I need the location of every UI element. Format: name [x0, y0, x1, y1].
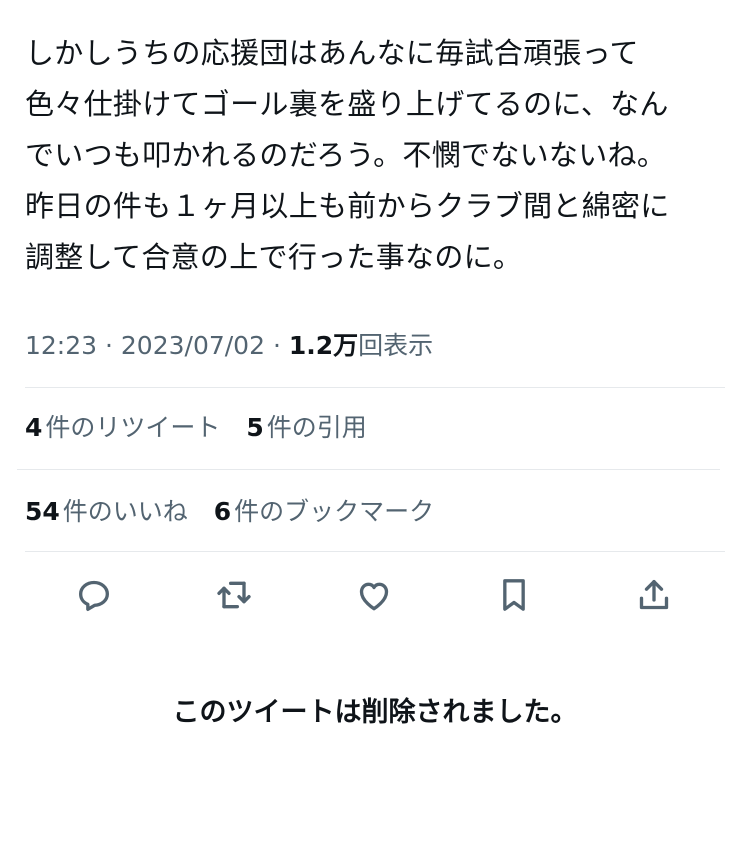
meta-separator: · — [105, 331, 113, 360]
engagement-row-likes: 54 件のいいね 6 件のブックマーク — [25, 494, 452, 530]
retweet-icon — [217, 581, 251, 609]
views-count: 1.2万 — [288, 331, 359, 360]
reply-button[interactable] — [69, 570, 119, 620]
divider — [25, 551, 725, 552]
share-button[interactable] — [629, 570, 679, 620]
divider — [25, 387, 725, 388]
bookmark-button[interactable] — [489, 570, 539, 620]
tweet-text-line: 昨日の件も１ヶ月以上も前からクラブ間と綿密に — [25, 189, 670, 223]
tweet-text-line: 色々仕掛けてゴール裏を盛り上げてるのに、なん — [25, 87, 669, 121]
likes-count: 54 — [25, 497, 60, 526]
retweets-stat[interactable]: 4 件のリツイート — [25, 413, 220, 442]
tweet-text-line: でいつも叩かれるのだろう。不憫でないないね。 — [25, 138, 667, 172]
tweet-text-line: しかしうちの応援団はあんなに毎試合頑張って — [25, 36, 639, 70]
bookmarks-label: 件のブックマーク — [234, 497, 435, 526]
quotes-label: 件の引用 — [266, 413, 367, 442]
retweets-count: 4 — [25, 413, 43, 442]
views-label: 回表示 — [358, 331, 434, 360]
bookmarks-stat[interactable]: 6 件のブックマーク — [214, 497, 434, 526]
action-bar — [25, 570, 725, 620]
reply-icon — [79, 580, 110, 611]
tweet-date[interactable]: 2023/07/02 — [121, 331, 265, 360]
bookmarks-count: 6 — [213, 497, 232, 526]
tweet-text-line: 調整して合意の上で行った事なのに。 — [25, 240, 523, 274]
tweet-text: しかしうちの応援団はあんなに毎試合頑張って 色々仕掛けてゴール裏を盛り上げてるの… — [25, 28, 730, 283]
meta-separator: · — [272, 331, 281, 360]
retweet-button[interactable] — [209, 570, 259, 620]
engagement-row-retweets: 4 件のリツイート 5 件の引用 — [25, 410, 385, 446]
bookmark-icon — [503, 579, 525, 611]
retweets-label: 件のリツイート — [45, 413, 221, 442]
divider — [17, 469, 720, 470]
tweet-time[interactable]: 12:23 — [25, 331, 97, 360]
share-icon — [639, 580, 669, 610]
quotes-count: 5 — [246, 413, 264, 442]
likes-stat[interactable]: 54 件のいいね — [25, 497, 188, 526]
likes-label: 件のいいね — [62, 497, 188, 526]
tweet-meta: 12:23 · 2023/07/02 · 1.2万回表示 — [25, 328, 433, 364]
quotes-stat[interactable]: 5 件の引用 — [246, 413, 366, 442]
like-button[interactable] — [349, 570, 399, 620]
like-icon — [359, 582, 389, 611]
deleted-notice: このツイートは削除されました。 — [172, 697, 578, 728]
